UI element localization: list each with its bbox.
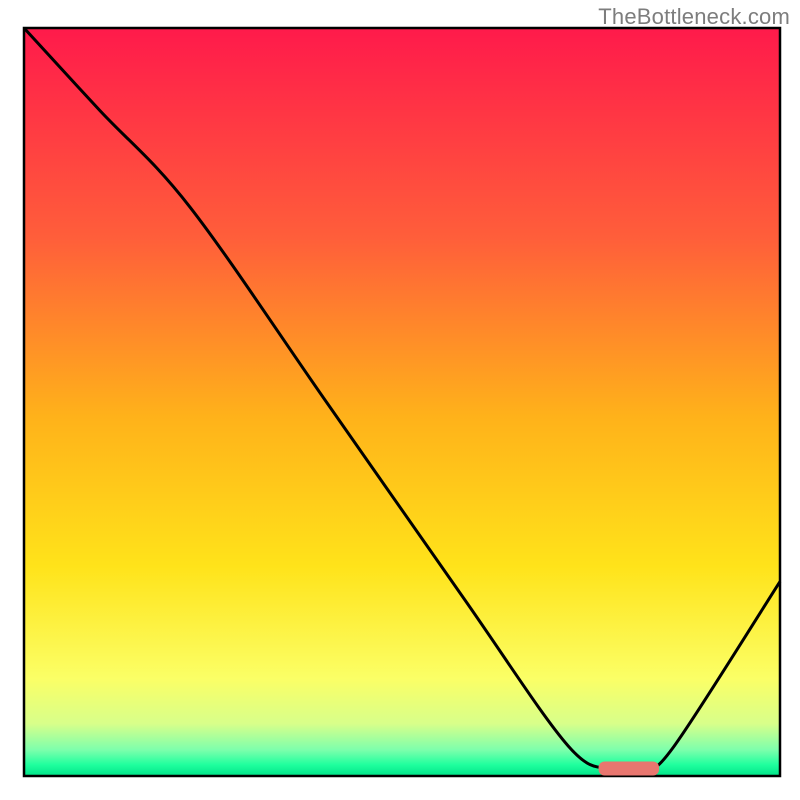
optimum-marker — [599, 762, 659, 776]
plot-background — [24, 28, 780, 776]
chart-svg — [0, 0, 800, 800]
